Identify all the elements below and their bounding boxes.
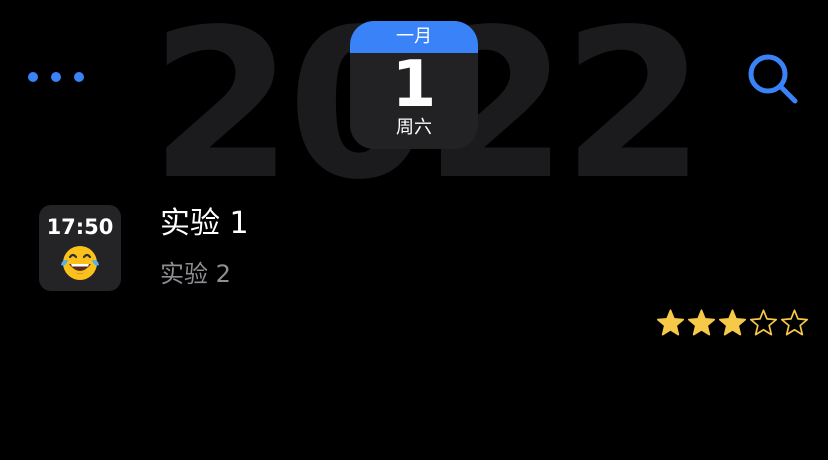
star-empty-icon[interactable] bbox=[749, 307, 778, 339]
star-empty-icon[interactable] bbox=[780, 307, 809, 339]
tears-of-joy-emoji-icon bbox=[61, 246, 99, 280]
star-filled-icon[interactable] bbox=[687, 307, 716, 339]
entry-thumbnail[interactable]: 17:50 bbox=[39, 205, 121, 291]
search-icon bbox=[748, 54, 798, 104]
ellipsis-icon bbox=[28, 72, 38, 82]
entry-time: 17:50 bbox=[46, 215, 114, 239]
calendar-day: 1 bbox=[391, 48, 437, 122]
entry-subtitle[interactable]: 实验 2 bbox=[160, 259, 231, 289]
date-card[interactable]: 一月 1 周六 bbox=[350, 21, 478, 149]
ellipsis-icon bbox=[74, 72, 84, 82]
entry-title[interactable]: 实验 1 bbox=[160, 206, 249, 242]
more-options-button[interactable] bbox=[28, 66, 84, 88]
star-rating[interactable] bbox=[656, 307, 809, 339]
search-button[interactable] bbox=[744, 50, 800, 106]
ellipsis-icon bbox=[51, 72, 61, 82]
star-filled-icon[interactable] bbox=[656, 307, 685, 339]
calendar-weekday: 周六 bbox=[396, 117, 432, 138]
star-filled-icon[interactable] bbox=[718, 307, 747, 339]
